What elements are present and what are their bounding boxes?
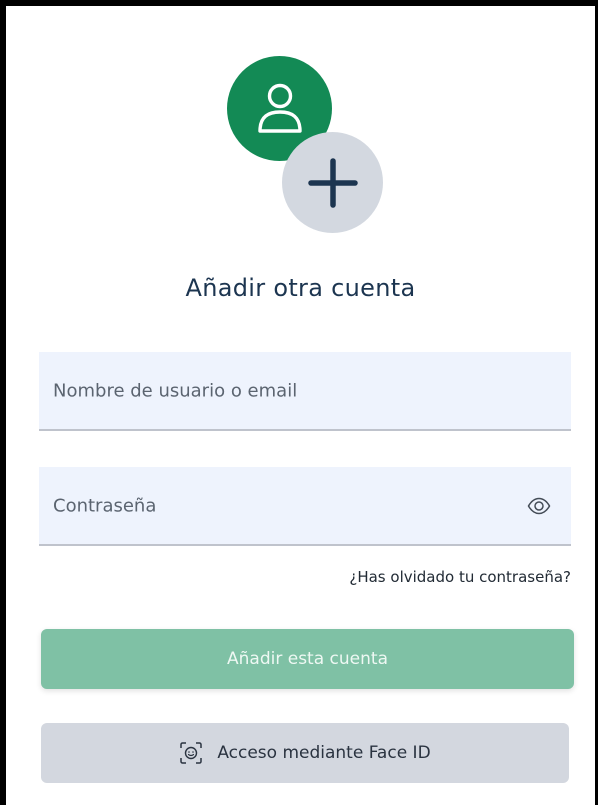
face-id-button-label: Acceso mediante Face ID [217, 743, 431, 763]
app-screen: Añadir otra cuenta Nombre de usuario o e… [6, 6, 595, 805]
password-placeholder: Contraseña [53, 495, 157, 516]
page-title: Añadir otra cuenta [185, 274, 416, 302]
username-field[interactable]: Nombre de usuario o email [39, 352, 571, 431]
plus-icon [307, 157, 358, 208]
face-id-icon [180, 742, 203, 764]
username-placeholder: Nombre de usuario o email [53, 380, 298, 401]
forgot-password-link[interactable]: ¿Has olvidado tu contraseña? [349, 568, 571, 586]
password-field[interactable]: Contraseña [39, 467, 571, 546]
user-icon [257, 83, 302, 133]
account-avatar-group [227, 56, 387, 236]
face-id-button[interactable]: Acceso mediante Face ID [41, 723, 569, 783]
add-account-badge [282, 132, 383, 233]
add-account-button[interactable]: Añadir esta cuenta [41, 629, 574, 689]
add-account-button-label: Añadir esta cuenta [227, 649, 388, 669]
eye-icon[interactable] [527, 497, 551, 515]
